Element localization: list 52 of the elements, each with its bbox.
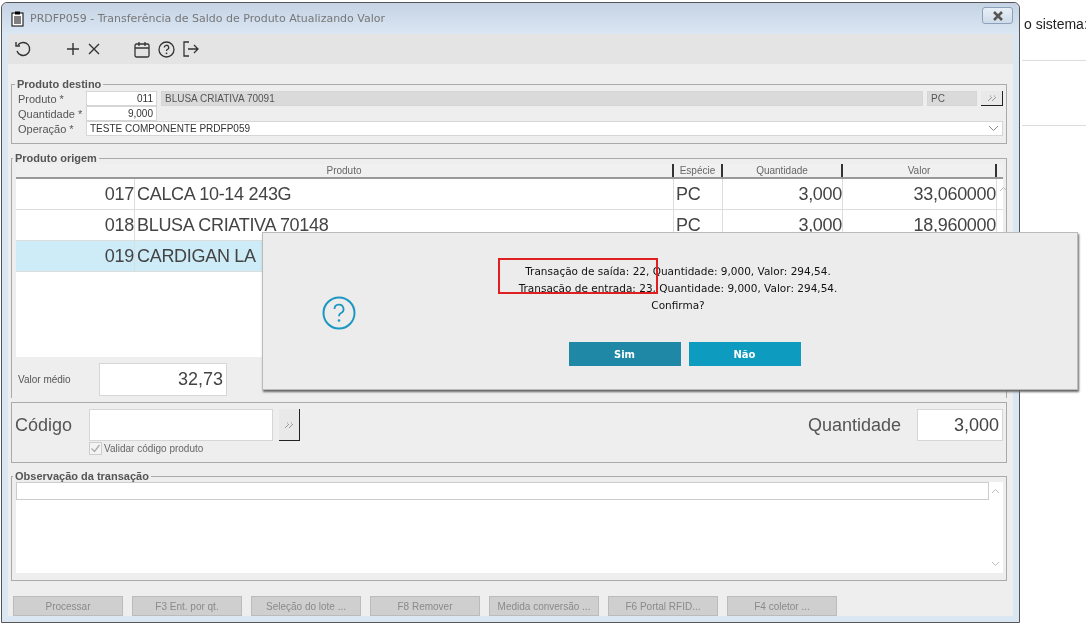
column-header[interactable]: Quantidade <box>723 164 843 177</box>
close-button[interactable] <box>982 7 1013 24</box>
add-icon[interactable] <box>66 42 80 56</box>
field-label: Código <box>15 414 74 437</box>
dialog-message: Confirma? <box>650 298 706 313</box>
field-label: Produto * <box>18 92 65 105</box>
refresh-icon[interactable] <box>14 40 32 58</box>
group-title: Produto destino <box>16 78 103 90</box>
quantity-field[interactable]: 9,000 <box>86 106 157 121</box>
column-header[interactable]: Espécie <box>674 164 723 177</box>
table-cell: CALCA 10-14 243G <box>135 179 674 209</box>
table-cell: 019 <box>16 241 135 271</box>
product-name-field: BLUSA CRIATIVA 70091 <box>161 91 923 106</box>
table-cell: 3,000 <box>723 179 843 209</box>
field-label: Valor médio <box>18 374 72 385</box>
lookup-button[interactable] <box>981 91 1003 106</box>
field-label: Quantidade <box>807 414 901 437</box>
notes-field[interactable] <box>16 482 1003 573</box>
window-title: PRDFP059 - Transferência de Saldo de Produto Atualizando Valor <box>30 12 387 25</box>
document-icon <box>11 10 24 27</box>
checkbox[interactable] <box>89 442 102 455</box>
field-label: Quantidade * <box>18 107 82 120</box>
dialog-button[interactable]: Sim <box>568 342 681 366</box>
group-title: Produto origem <box>14 152 98 164</box>
table-cell: 017 <box>16 179 135 209</box>
dialog-button[interactable]: Não <box>688 342 801 366</box>
product-code-field[interactable]: 011 <box>86 91 157 106</box>
close-icon[interactable] <box>88 43 100 55</box>
background-text: o sistema: <box>1024 16 1086 32</box>
close-icon <box>990 10 1005 21</box>
exit-icon[interactable] <box>183 41 199 57</box>
group-title: Observação da transação <box>14 470 150 482</box>
wand-icon <box>986 94 997 102</box>
chevron-down-icon <box>988 125 999 132</box>
calendar-icon[interactable] <box>134 40 150 58</box>
table-cell: PC <box>674 179 723 209</box>
unit-field: PC <box>927 91 977 106</box>
column-header[interactable]: Produto <box>16 164 674 177</box>
help-icon[interactable] <box>158 40 175 58</box>
quantity-field[interactable]: 3,000 <box>917 409 1003 441</box>
operation-dropdown[interactable]: TESTE COMPONENTE PRDFP059 <box>86 121 1003 136</box>
wand-icon <box>284 420 294 429</box>
column-header[interactable]: Valor <box>843 164 997 177</box>
question-icon <box>322 296 356 330</box>
table-cell: 33,060000 <box>843 179 997 209</box>
dialog-message: Transação de entrada: 23, Quantidade: 9,000, Valor: 294,54. <box>517 281 839 296</box>
field-label: Operação * <box>18 122 75 135</box>
checkbox-label: Validar código produto <box>104 443 204 454</box>
table-cell: 018 <box>16 210 135 240</box>
lookup-button[interactable] <box>279 409 300 441</box>
average-value-field: 32,73 <box>99 363 227 396</box>
code-field[interactable] <box>89 409 273 441</box>
